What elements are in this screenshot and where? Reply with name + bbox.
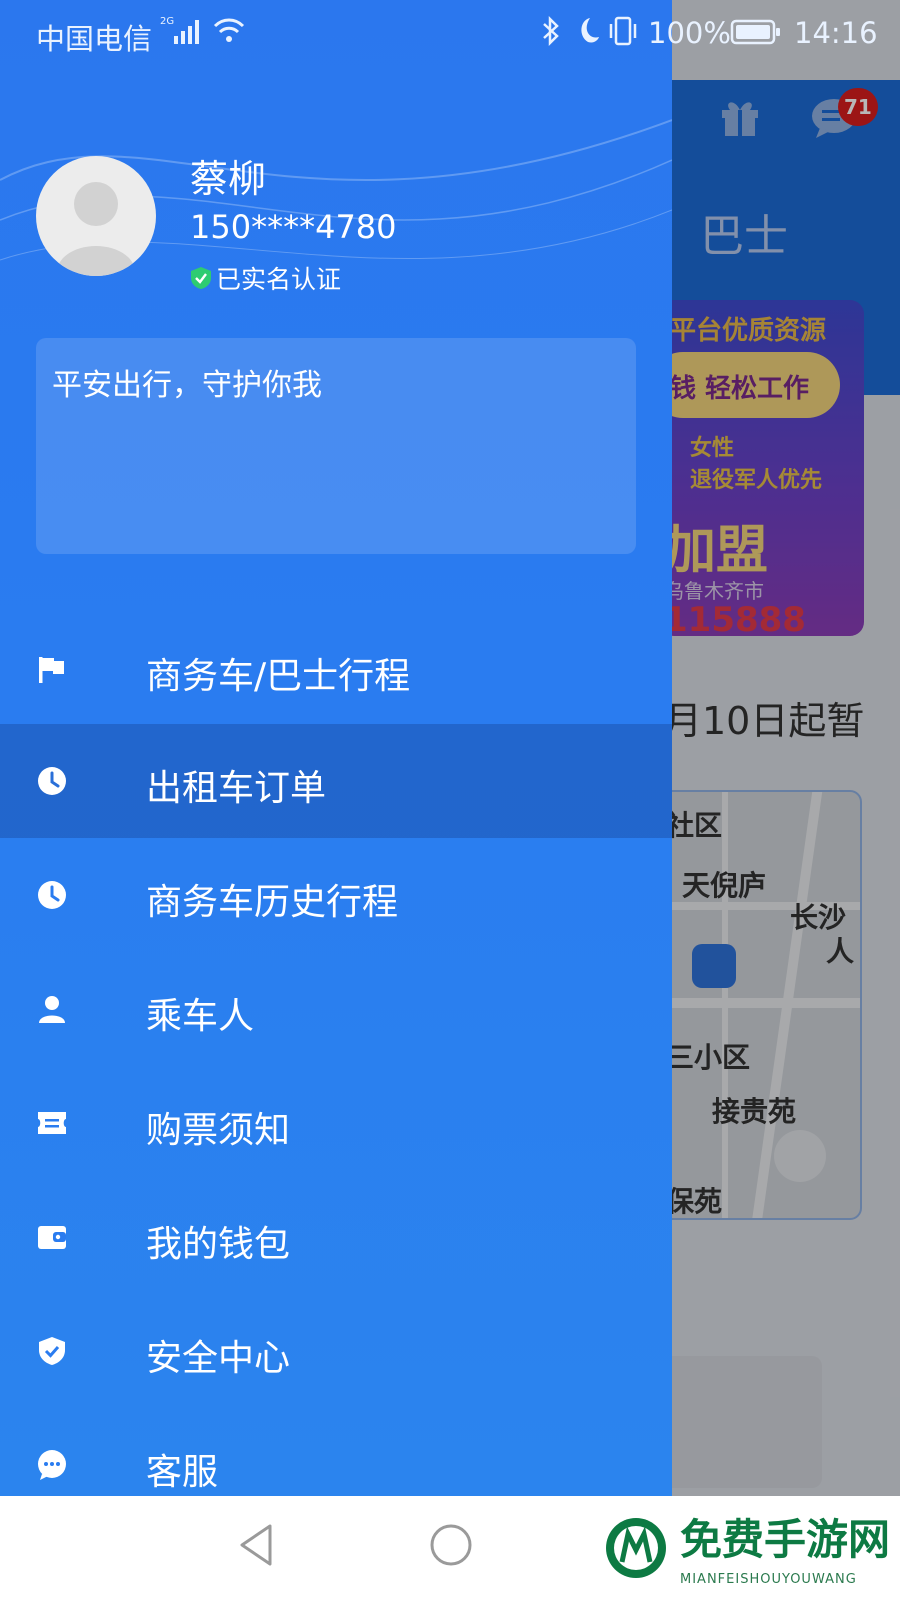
status-bar: 中国电信 2G 100% 14:16 — [0, 0, 900, 66]
battery-icon — [730, 19, 780, 45]
verified-shield-icon — [191, 267, 211, 289]
clock-icon — [38, 767, 66, 795]
verified-badge: 已实名认证 — [190, 262, 341, 294]
menu-label: 乘车人 — [146, 996, 255, 1037]
menu-label: 商务车/巴士行程 — [146, 656, 411, 697]
default-user-icon — [56, 182, 136, 276]
menu-label: 客服 — [146, 1452, 219, 1493]
menu-item-ticket-notice[interactable]: 购票须知 — [0, 1066, 672, 1180]
menu-item-business-bus-trips[interactable]: 商务车/巴士行程 — [0, 612, 672, 726]
watermark-title: 免费手游网 — [680, 1515, 891, 1564]
menu-item-customer-service[interactable]: 客服 — [0, 1408, 672, 1496]
bluetooth-icon — [543, 15, 559, 47]
menu-item-business-history[interactable]: 商务车历史行程 — [0, 838, 672, 952]
flag-icon — [39, 657, 64, 683]
menu-item-safety-center[interactable]: 安全中心 — [0, 1294, 672, 1408]
user-phone: 150****4780 — [190, 208, 397, 246]
menu-item-wallet[interactable]: 我的钱包 — [0, 1180, 672, 1294]
person-icon — [39, 996, 65, 1023]
ticket-icon — [38, 1112, 66, 1134]
chat-icon — [38, 1450, 66, 1480]
menu-label: 我的钱包 — [146, 1224, 291, 1265]
navigation-drawer: 蔡柳 150****4780 已实名认证 平安出行，守护你我 商务车/巴士行程 … — [0, 0, 672, 1496]
motto-card: 平安出行，守护你我 — [36, 338, 636, 554]
network-type: 2G — [160, 16, 174, 27]
shield-icon — [39, 1337, 65, 1365]
wifi-icon — [213, 18, 245, 42]
user-name: 蔡柳 — [190, 157, 267, 201]
vibrate-icon — [609, 16, 637, 46]
signal-icon: 2G — [160, 16, 199, 44]
clock-time: 14:16 — [794, 16, 878, 50]
system-nav-bar: 免费手游网 MIANFEISHOUYOUWANG — [0, 1496, 900, 1600]
menu-item-taxi-orders[interactable]: 出租车订单 — [0, 724, 672, 838]
back-icon[interactable] — [236, 1522, 276, 1568]
clock-icon — [38, 881, 66, 909]
menu-label: 安全中心 — [146, 1338, 291, 1379]
verified-text: 已实名认证 — [216, 265, 342, 294]
menu-label: 购票须知 — [146, 1110, 291, 1151]
carrier-name: 中国电信 — [36, 22, 153, 56]
motto-text: 平安出行，守护你我 — [52, 368, 322, 403]
battery-percent: 100% — [648, 16, 731, 50]
menu-label: 出租车订单 — [146, 768, 327, 809]
watermark-subtitle: MIANFEISHOUYOUWANG — [680, 1572, 857, 1587]
moon-icon — [581, 18, 599, 43]
wallet-icon — [38, 1226, 66, 1249]
watermark-logo-icon — [606, 1518, 666, 1578]
menu-item-passengers[interactable]: 乘车人 — [0, 952, 672, 1066]
home-icon[interactable] — [428, 1522, 474, 1568]
menu-label: 商务车历史行程 — [146, 882, 399, 923]
avatar[interactable] — [36, 156, 156, 276]
